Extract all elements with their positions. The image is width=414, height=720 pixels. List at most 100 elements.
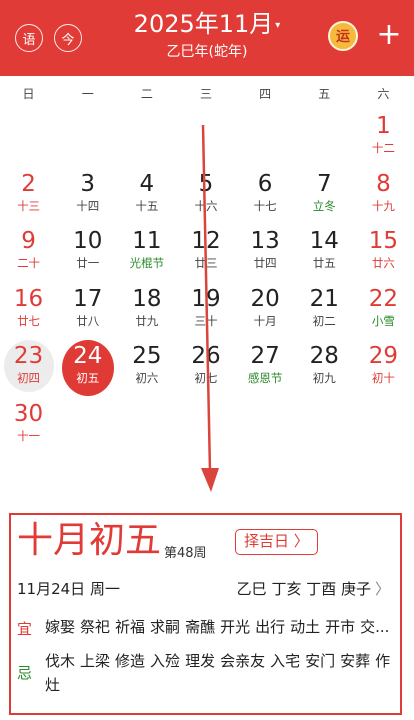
day-cell[interactable]: 10 廿一 bbox=[59, 227, 116, 285]
day-cell[interactable]: 9 二十 bbox=[0, 227, 57, 285]
weekday-label: 六 bbox=[377, 87, 390, 101]
ji-items[interactable]: 伐木 上梁 修造 入殓 理发 会亲友 入宅 安门 安葬 作灶 bbox=[45, 649, 399, 697]
day-number: 20 bbox=[250, 285, 280, 312]
day-cell[interactable]: 27 感恩节 bbox=[237, 342, 294, 400]
day-number: 11 bbox=[132, 228, 162, 254]
day-number: 14 bbox=[309, 228, 339, 254]
day-number: 12 bbox=[191, 228, 221, 254]
ji-item: 入宅 bbox=[270, 652, 301, 670]
weekday-label: 五 bbox=[318, 87, 331, 101]
day-number: 23 bbox=[13, 343, 44, 369]
weekday-header: 日一二三四五六 bbox=[0, 82, 414, 106]
weekday-label: 二 bbox=[140, 87, 153, 101]
lunar-day-label: 二十 bbox=[17, 256, 41, 270]
lunar-day-label: 十七 bbox=[253, 198, 277, 213]
week-number: 第48周 bbox=[164, 546, 207, 561]
lunar-date: 十月初五 bbox=[17, 520, 162, 561]
day-number: 4 bbox=[139, 170, 155, 197]
lunar-day-label: 廿三 bbox=[194, 256, 218, 270]
day-cell[interactable]: 20 十月 bbox=[237, 285, 294, 343]
lunar-day-label: 十一 bbox=[17, 428, 41, 443]
lunar-day-label: 廿六 bbox=[371, 256, 395, 270]
day-cell[interactable]: 18 廿九 bbox=[118, 285, 175, 343]
ganzhi-row[interactable]: 乙巳 丁亥 丁酉 庚子〉 bbox=[237, 578, 390, 599]
day-cell[interactable]: 30 十一 bbox=[0, 400, 57, 458]
yi-item: 开光 bbox=[220, 618, 251, 636]
day-cell[interactable]: 29 初十 bbox=[355, 342, 412, 400]
lunar-day-label: 初七 bbox=[194, 371, 218, 385]
day-cell[interactable]: 4 十五 bbox=[118, 170, 175, 228]
day-cell[interactable]: 17 廿八 bbox=[59, 285, 116, 343]
day-number: 3 bbox=[80, 170, 96, 197]
lunar-day-label: 十五 bbox=[135, 198, 159, 213]
lunar-day-label: 初四 bbox=[17, 371, 41, 385]
weekday-label: 日 bbox=[22, 87, 35, 101]
day-number: 19 bbox=[191, 285, 221, 312]
day-number: 6 bbox=[257, 170, 273, 197]
add-icon[interactable]: + bbox=[376, 20, 402, 52]
day-cell[interactable]: 12 廿三 bbox=[177, 227, 234, 285]
day-cell[interactable]: 7 立冬 bbox=[296, 170, 353, 228]
day-cell[interactable]: 1 十二 bbox=[355, 112, 412, 170]
yi-item: 斋醮 bbox=[185, 618, 216, 636]
day-cell[interactable]: 16 廿七 bbox=[0, 285, 57, 343]
day-number: 10 bbox=[73, 228, 103, 254]
lunar-day-label: 十三 bbox=[17, 198, 41, 213]
day-cell[interactable]: 23 初四 bbox=[0, 340, 57, 400]
day-number: 25 bbox=[132, 343, 162, 369]
day-cell[interactable]: 13 廿四 bbox=[237, 227, 294, 285]
day-number: 29 bbox=[368, 343, 399, 369]
day-cell[interactable]: 28 初九 bbox=[296, 342, 353, 400]
chevron-right-icon: 〉 bbox=[374, 580, 390, 598]
lunar-day-label: 十二 bbox=[371, 141, 395, 155]
weekday-label: 一 bbox=[81, 87, 94, 101]
lunar-day-label: 初二 bbox=[312, 313, 336, 328]
lunar-day-label: 十四 bbox=[76, 198, 100, 213]
lunar-day-label: 初十 bbox=[371, 371, 395, 385]
weekday-label: 三 bbox=[199, 87, 212, 101]
yi-item: 出行 bbox=[255, 618, 286, 636]
day-cell[interactable]: 14 廿五 bbox=[296, 227, 353, 285]
day-number: 5 bbox=[198, 170, 214, 197]
pick-auspicious-day-button[interactable]: 择吉日 〉 bbox=[235, 529, 318, 555]
ji-item: 入殓 bbox=[150, 652, 181, 670]
day-cell[interactable]: 26 初七 bbox=[177, 342, 234, 400]
day-number: 15 bbox=[368, 228, 399, 254]
day-cell[interactable]: 24 初五 bbox=[59, 340, 116, 400]
day-cell[interactable]: 2 十三 bbox=[0, 170, 57, 228]
day-cell[interactable]: 15 廿六 bbox=[355, 227, 412, 285]
yi-item: 交... bbox=[360, 618, 390, 636]
ji-item: 安门 bbox=[305, 652, 336, 670]
day-number: 17 bbox=[73, 285, 103, 312]
weekday-label: 四 bbox=[259, 87, 272, 101]
day-cell[interactable]: 25 初六 bbox=[118, 342, 175, 400]
logo-char: 运 bbox=[336, 29, 350, 45]
ji-label: 忌 bbox=[17, 664, 33, 682]
day-cell[interactable]: 21 初二 bbox=[296, 285, 353, 343]
yi-item: 求嗣 bbox=[150, 618, 181, 636]
day-number: 27 bbox=[250, 343, 280, 369]
day-number: 7 bbox=[316, 170, 332, 197]
day-cell[interactable]: 22 小雪 bbox=[355, 285, 412, 343]
app-header: 语 今 2025年11月 ▾ 乙巳年(蛇年) 运 + bbox=[0, 0, 414, 76]
lunar-day-label: 廿一 bbox=[76, 256, 100, 270]
yi-item: 动土 bbox=[290, 618, 321, 636]
yi-items[interactable]: 嫁娶 祭祀 祈福 求嗣 斋醮 开光 出行 动土 开市 交... bbox=[45, 615, 399, 639]
month-title: 2025年11月 bbox=[133, 10, 274, 38]
day-cell[interactable]: 5 十六 bbox=[177, 170, 234, 228]
day-detail-panel: 十月初五 第48周 择吉日 〉 11月24日 周一 乙巳 丁亥 丁酉 庚子〉 宜… bbox=[9, 513, 402, 715]
yi-item: 祈福 bbox=[115, 618, 146, 636]
fortune-logo-icon[interactable]: 运 bbox=[328, 21, 358, 51]
ganzhi-text: 乙巳 丁亥 丁酉 庚子 bbox=[236, 580, 371, 598]
lunar-day-label: 廿八 bbox=[76, 313, 100, 328]
day-cell[interactable]: 11 光棍节 bbox=[118, 227, 175, 285]
day-number: 24 bbox=[73, 343, 103, 369]
day-cell[interactable]: 6 十七 bbox=[237, 170, 294, 228]
day-cell[interactable]: 8 十九 bbox=[355, 170, 412, 228]
lunar-day-label: 初五 bbox=[76, 371, 100, 385]
yi-item: 祭祀 bbox=[80, 618, 111, 636]
day-cell[interactable]: 3 十四 bbox=[59, 170, 116, 228]
day-number: 30 bbox=[13, 400, 44, 427]
lunar-day-label: 初六 bbox=[135, 371, 159, 385]
day-cell[interactable]: 19 三十 bbox=[177, 285, 234, 343]
